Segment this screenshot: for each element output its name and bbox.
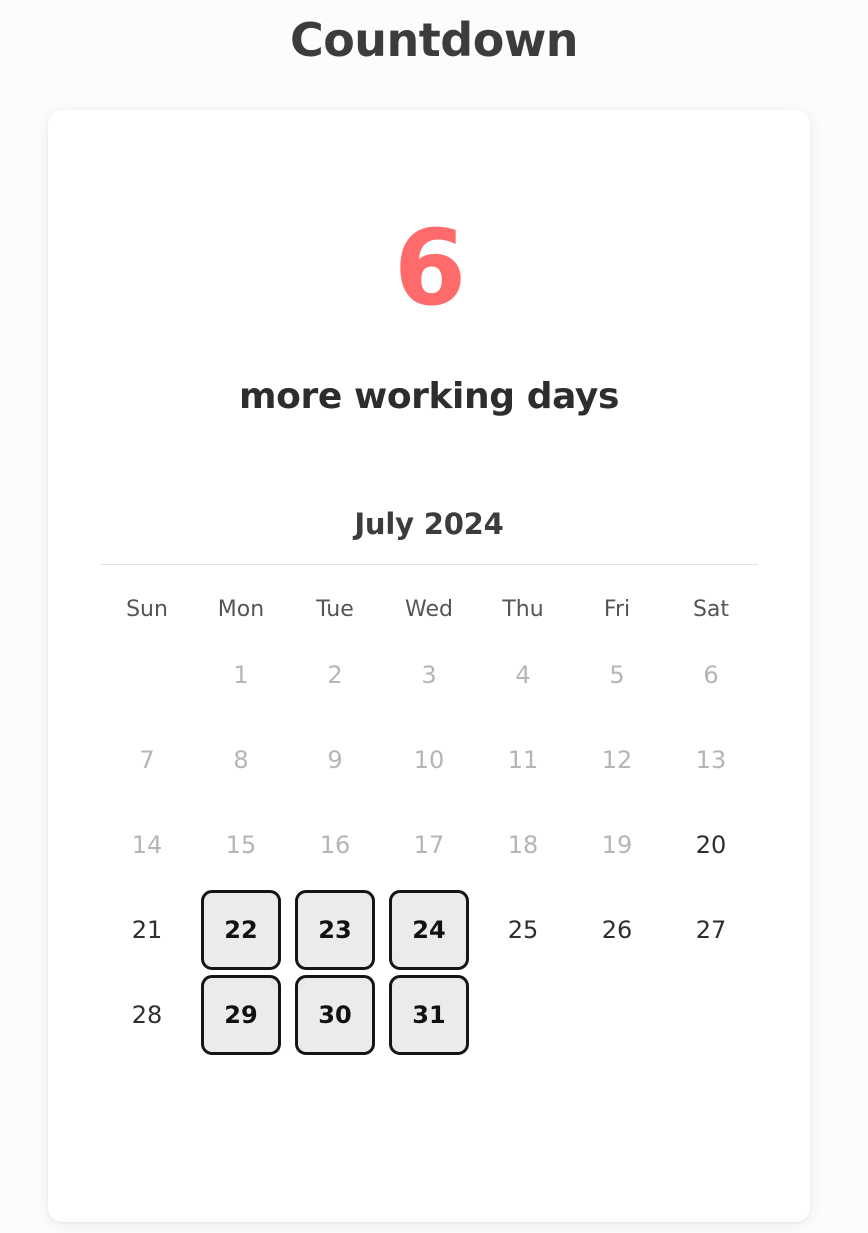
calendar-day[interactable]: 12 xyxy=(577,720,657,800)
calendar-week-row: 21 22 23 24 25 26 27 xyxy=(100,887,758,972)
calendar-day[interactable]: 8 xyxy=(201,720,281,800)
calendar-cell: 10 xyxy=(382,717,476,802)
calendar-cell: 29 xyxy=(194,972,288,1057)
calendar-day[interactable]: 14 xyxy=(107,805,187,885)
calendar-cell: 14 xyxy=(100,802,194,887)
page-title: Countdown xyxy=(289,13,579,67)
calendar-week-row: 123456 xyxy=(100,632,758,717)
calendar-cell: 4 xyxy=(476,632,570,717)
calendar-day-workday[interactable]: 31 xyxy=(389,974,469,1055)
calendar-day[interactable]: 21 xyxy=(107,890,187,970)
calendar-cell: 2 xyxy=(288,632,382,717)
calendar-day[interactable]: 1 xyxy=(201,635,281,715)
calendar-cell: 13 xyxy=(664,717,758,802)
calendar-cell: 5 xyxy=(570,632,664,717)
calendar-cell: 23 xyxy=(288,887,382,972)
calendar-cell: 11 xyxy=(476,717,570,802)
calendar-cell: 21 xyxy=(100,887,194,972)
calendar-day[interactable]: 15 xyxy=(201,805,281,885)
calendar-day[interactable]: 27 xyxy=(671,890,751,970)
weekday-header: Mon xyxy=(217,597,265,622)
calendar-cell: 7 xyxy=(100,717,194,802)
calendar-day[interactable]: 16 xyxy=(295,805,375,885)
working-days-count: 6 xyxy=(393,207,466,329)
weekday-header: Sat xyxy=(692,597,730,622)
calendar-day[interactable]: 19 xyxy=(577,805,657,885)
calendar-cell: 18 xyxy=(476,802,570,887)
calendar-month-title: July 2024 xyxy=(354,507,504,541)
calendar-cell: 8 xyxy=(194,717,288,802)
calendar-day[interactable]: 25 xyxy=(483,890,563,970)
calendar-weekday-row: Sun Mon Tue Wed Thu Fri Sat xyxy=(100,573,758,632)
countdown-card: 6 more working days July 2024 Sun Mon Tu… xyxy=(48,110,810,1222)
calendar-day[interactable]: 20 xyxy=(671,805,751,885)
calendar-cell: 28 xyxy=(100,972,194,1057)
calendar: July 2024 Sun Mon Tue Wed Thu Fri Sat 12… xyxy=(48,507,810,1057)
calendar-body: 1 2 3 4 5 6 7 8 9 10 11 12 13 14 15 16 17 18 19 20 21 22 23 24 2… xyxy=(100,632,758,1057)
weekday-header: Fri xyxy=(603,597,631,622)
calendar-day[interactable]: 7 xyxy=(107,720,187,800)
calendar-cell: 17 xyxy=(382,802,476,887)
calendar-week-row: 28 29 30 31 xyxy=(100,972,758,1057)
calendar-day-workday[interactable]: 23 xyxy=(295,889,375,970)
calendar-day[interactable]: 6 xyxy=(671,635,751,715)
calendar-cell xyxy=(570,972,664,1057)
calendar-day[interactable]: 10 xyxy=(389,720,469,800)
calendar-cell: 3 xyxy=(382,632,476,717)
countdown-summary: 6 more working days xyxy=(48,110,810,417)
calendar-cell: 25 xyxy=(476,887,570,972)
calendar-week-row: 14 15 16 17 18 19 20 xyxy=(100,802,758,887)
calendar-day[interactable]: 3 xyxy=(389,635,469,715)
calendar-cell: 20 xyxy=(664,802,758,887)
calendar-grid: Sun Mon Tue Wed Thu Fri Sat 1 2 3 4 5 6 7 8 9 10 1… xyxy=(100,573,758,1057)
calendar-cell xyxy=(476,972,570,1057)
calendar-cell: 27 xyxy=(664,887,758,972)
calendar-cell: 9 xyxy=(288,717,382,802)
calendar-day[interactable]: 4 xyxy=(483,635,563,715)
calendar-cell: 1 xyxy=(194,632,288,717)
calendar-day[interactable]: 9 xyxy=(295,720,375,800)
calendar-day[interactable]: 28 xyxy=(107,975,187,1055)
calendar-week-row: 7 8 9 10 11 12 13 xyxy=(100,717,758,802)
weekday-header: Tue xyxy=(316,597,354,622)
calendar-day[interactable]: 11 xyxy=(483,720,563,800)
calendar-cell: 22 xyxy=(194,887,288,972)
calendar-day-workday[interactable]: 29 xyxy=(201,974,281,1055)
calendar-day-workday[interactable]: 30 xyxy=(295,974,375,1055)
calendar-day[interactable]: 17 xyxy=(389,805,469,885)
weekday-header: Thu xyxy=(502,597,544,622)
calendar-cell: 26 xyxy=(570,887,664,972)
calendar-cell: 31 xyxy=(382,972,476,1057)
calendar-day[interactable]: 2 xyxy=(295,635,375,715)
calendar-cell: 19 xyxy=(570,802,664,887)
calendar-cell xyxy=(664,972,758,1057)
calendar-cell: 6 xyxy=(664,632,758,717)
weekday-header: Sun xyxy=(126,597,168,622)
calendar-cell: 15 xyxy=(194,802,288,887)
weekday-header: Wed xyxy=(405,597,453,622)
working-days-label: more working days xyxy=(239,376,619,417)
calendar-day[interactable]: 5 xyxy=(577,635,657,715)
page-root: Countdown 6 more working days July 2024 … xyxy=(0,0,868,1233)
calendar-day[interactable]: 13 xyxy=(671,720,751,800)
calendar-day[interactable]: 26 xyxy=(577,890,657,970)
calendar-cell xyxy=(100,632,194,717)
calendar-day-workday[interactable]: 22 xyxy=(201,889,281,970)
calendar-cell: 30 xyxy=(288,972,382,1057)
calendar-cell: 24 xyxy=(382,887,476,972)
calendar-divider xyxy=(100,564,758,565)
calendar-cell: 16 xyxy=(288,802,382,887)
calendar-day[interactable]: 18 xyxy=(483,805,563,885)
calendar-cell: 12 xyxy=(570,717,664,802)
calendar-day-workday[interactable]: 24 xyxy=(389,889,469,970)
